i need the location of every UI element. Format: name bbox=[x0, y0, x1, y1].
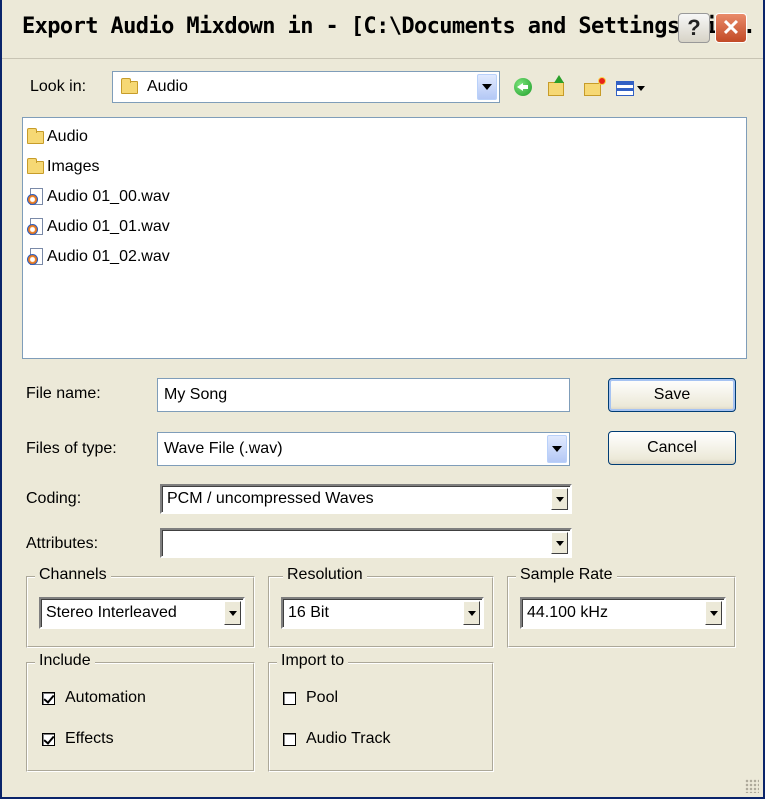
list-item[interactable]: Audio bbox=[27, 125, 88, 149]
folder-icon bbox=[27, 157, 44, 174]
resolution-group: Resolution 16 Bit bbox=[268, 566, 494, 648]
folder-icon bbox=[121, 78, 141, 94]
channels-group-title: Channels bbox=[35, 566, 111, 584]
checkbox-unchecked-icon[interactable] bbox=[283, 691, 296, 705]
import-to-group-title: Import to bbox=[277, 652, 349, 670]
files-of-type-value: Wave File (.wav) bbox=[164, 440, 283, 457]
automation-label: Automation bbox=[65, 689, 146, 706]
automation-checkbox[interactable]: Automation bbox=[42, 689, 146, 707]
new-folder-icon[interactable] bbox=[581, 77, 605, 100]
file-list[interactable]: Audio Images Audio 01_00.wav Audio 01_01… bbox=[22, 117, 747, 359]
checkbox-checked-icon[interactable] bbox=[42, 691, 55, 705]
chevron-down-icon[interactable] bbox=[551, 488, 568, 510]
file-name: Audio 01_01.wav bbox=[47, 218, 170, 235]
sample-rate-value: 44.100 kHz bbox=[527, 604, 608, 621]
list-item[interactable]: Audio 01_01.wav bbox=[27, 215, 170, 239]
resolution-dropdown[interactable]: 16 Bit bbox=[281, 597, 484, 629]
resolution-group-title: Resolution bbox=[283, 566, 367, 584]
list-item[interactable]: Audio 01_02.wav bbox=[27, 245, 170, 269]
effects-label: Effects bbox=[65, 730, 114, 747]
file-name-value: My Song bbox=[164, 386, 228, 403]
up-folder-icon[interactable] bbox=[545, 75, 567, 100]
close-button[interactable]: ✕ bbox=[715, 13, 747, 43]
coding-label: Coding: bbox=[26, 490, 82, 507]
include-group-title: Include bbox=[35, 652, 95, 670]
sample-rate-group: Sample Rate 44.100 kHz bbox=[507, 566, 736, 648]
include-group: Include Automation Effects bbox=[26, 652, 255, 772]
window-title: Export Audio Mixdown in - [C:\Documents … bbox=[22, 14, 756, 39]
list-item[interactable]: Images bbox=[27, 155, 99, 179]
file-name-label: File name: bbox=[26, 385, 101, 402]
cancel-button[interactable]: Cancel bbox=[608, 431, 736, 465]
files-of-type-dropdown[interactable]: Wave File (.wav) bbox=[157, 432, 570, 466]
coding-dropdown[interactable]: PCM / uncompressed Waves bbox=[160, 484, 572, 514]
sample-rate-dropdown[interactable]: 44.100 kHz bbox=[520, 597, 726, 629]
effects-checkbox[interactable]: Effects bbox=[42, 730, 114, 748]
channels-value: Stereo Interleaved bbox=[46, 604, 177, 621]
pool-checkbox[interactable]: Pool bbox=[283, 689, 338, 707]
resolution-value: 16 Bit bbox=[288, 604, 329, 621]
checkbox-checked-icon[interactable] bbox=[42, 732, 55, 746]
folder-icon bbox=[27, 127, 44, 144]
list-item[interactable]: Audio 01_00.wav bbox=[27, 185, 170, 209]
audio-track-checkbox[interactable]: Audio Track bbox=[283, 730, 390, 748]
chevron-down-icon[interactable] bbox=[551, 532, 568, 554]
chevron-down-icon[interactable] bbox=[463, 601, 480, 625]
export-audio-mixdown-dialog: Export Audio Mixdown in - [C:\Documents … bbox=[0, 0, 765, 799]
look-in-value: Audio bbox=[147, 78, 188, 95]
resize-grip-icon[interactable] bbox=[745, 779, 759, 793]
audio-track-label: Audio Track bbox=[306, 730, 391, 747]
attributes-dropdown[interactable] bbox=[160, 528, 572, 558]
help-button[interactable]: ? bbox=[678, 13, 710, 43]
file-name: Audio bbox=[47, 128, 88, 145]
views-menu-icon[interactable] bbox=[612, 77, 648, 99]
checkbox-unchecked-icon[interactable] bbox=[283, 732, 296, 746]
import-to-group: Import to Pool Audio Track bbox=[268, 652, 494, 772]
channels-group: Channels Stereo Interleaved bbox=[26, 566, 255, 648]
look-in-dropdown[interactable]: Audio bbox=[112, 71, 500, 103]
attributes-label: Attributes: bbox=[26, 535, 99, 552]
sample-rate-group-title: Sample Rate bbox=[516, 566, 617, 584]
file-name: Audio 01_02.wav bbox=[47, 248, 170, 265]
pool-label: Pool bbox=[306, 689, 339, 706]
file-name: Images bbox=[47, 158, 100, 175]
chevron-down-icon[interactable] bbox=[477, 74, 497, 100]
chevron-down-icon[interactable] bbox=[705, 601, 722, 625]
wav-file-icon bbox=[27, 188, 44, 206]
channels-dropdown[interactable]: Stereo Interleaved bbox=[39, 597, 245, 629]
look-in-label: Look in: bbox=[30, 78, 87, 95]
file-name-input[interactable]: My Song bbox=[157, 378, 570, 412]
title-bar[interactable]: Export Audio Mixdown in - [C:\Documents … bbox=[2, 0, 763, 59]
back-icon[interactable] bbox=[512, 76, 534, 98]
save-button[interactable]: Save bbox=[608, 378, 736, 412]
file-name: Audio 01_00.wav bbox=[47, 188, 170, 205]
coding-value: PCM / uncompressed Waves bbox=[167, 490, 374, 507]
chevron-down-icon[interactable] bbox=[547, 435, 567, 463]
chevron-down-icon[interactable] bbox=[224, 601, 241, 625]
wav-file-icon bbox=[27, 218, 44, 236]
files-of-type-label: Files of type: bbox=[26, 440, 117, 457]
wav-file-icon bbox=[27, 248, 44, 266]
